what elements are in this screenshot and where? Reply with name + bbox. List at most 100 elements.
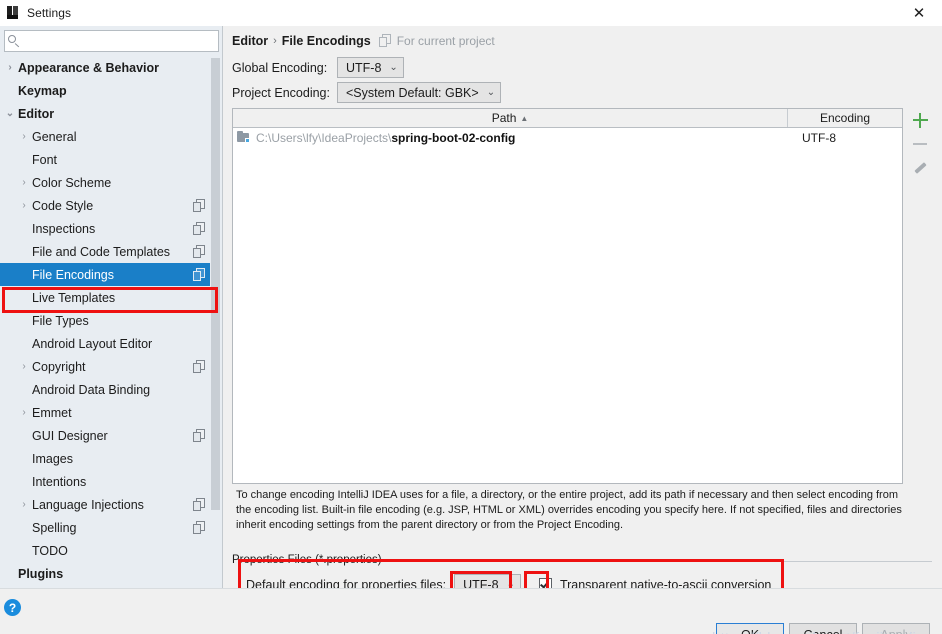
global-encoding-row: Global Encoding: UTF-8 ⌄ [232, 57, 404, 78]
project-encoding-value: <System Default: GBK> [346, 85, 479, 100]
sidebar-item-label: Appearance & Behavior [18, 60, 160, 75]
sidebar-item-label: Android Data Binding [32, 382, 151, 397]
chevron-right-icon[interactable]: › [16, 177, 32, 188]
sidebar-item-images[interactable]: Images [0, 447, 215, 470]
table-cell-encoding[interactable]: UTF-8 [788, 131, 902, 145]
sidebar-item-label: General [32, 129, 77, 144]
intellij-idea-icon [5, 5, 21, 21]
breadcrumb-parent[interactable]: Editor [232, 34, 268, 48]
sidebar-item-label: Color Scheme [32, 175, 112, 190]
chevron-right-icon[interactable]: › [16, 131, 32, 142]
chevron-down-icon[interactable]: ⌄ [2, 108, 18, 119]
sidebar-item-label: Live Templates [32, 290, 116, 305]
sidebar-item-label: Keymap [18, 83, 67, 98]
copy-settings-icon [193, 497, 207, 512]
sidebar-item-plugins[interactable]: Plugins [0, 562, 215, 585]
pencil-icon [913, 161, 927, 175]
path-prefix: C:\Users\lfy\IdeaProjects\ [256, 130, 392, 145]
sidebar-item-label: File Encodings [32, 267, 114, 282]
project-scope-icon [378, 34, 393, 48]
sidebar-item-label: Inspections [32, 221, 96, 236]
sidebar-item-intentions[interactable]: Intentions [0, 470, 215, 493]
remove-path-button[interactable] [907, 132, 933, 156]
copy-settings-icon [193, 221, 207, 236]
search-input[interactable] [22, 32, 218, 50]
sidebar-item-live-templates[interactable]: Live Templates [0, 286, 215, 309]
sidebar-item-appearance-behavior[interactable]: › Appearance & Behavior [0, 56, 215, 79]
table-row[interactable]: C:\Users\lfy\IdeaProjects\ spring-boot-02… [233, 128, 902, 147]
sidebar-item-file-encodings[interactable]: File Encodings [0, 263, 215, 286]
sidebar-item-language-injections[interactable]: › Language Injections [0, 493, 215, 516]
sidebar-item-label: Plugins [18, 566, 64, 581]
scope-note-label: For current project [396, 34, 495, 48]
folder-icon [237, 131, 252, 144]
breadcrumb-separator-icon: › [273, 35, 277, 47]
chevron-right-icon[interactable]: › [16, 407, 32, 418]
plus-icon [912, 112, 928, 128]
close-icon[interactable]: ✕ [896, 0, 942, 26]
chevron-right-icon[interactable]: › [16, 200, 32, 211]
watermark: https://blog.csdn.net/fanjianglin [712, 630, 925, 634]
chevron-right-icon[interactable]: › [2, 62, 18, 73]
sidebar-item-label: Android Layout Editor [32, 336, 153, 351]
sidebar-item-file-types[interactable]: File Types [0, 309, 215, 332]
sidebar-item-spelling[interactable]: Spelling [0, 516, 215, 539]
sidebar-item-general[interactable]: › General [0, 125, 215, 148]
sidebar-item-editor[interactable]: ⌄ Editor [0, 102, 215, 125]
sidebar-item-android-data-binding[interactable]: Android Data Binding [0, 378, 215, 401]
sidebar-search[interactable] [4, 30, 219, 52]
chevron-right-icon[interactable]: › [16, 499, 32, 510]
sidebar-item-todo[interactable]: TODO [0, 539, 215, 562]
file-encodings-panel: Editor › File Encodings For current proj… [224, 26, 942, 597]
breadcrumb-current: File Encodings [281, 34, 371, 48]
dialog-body: › Appearance & Behavior Keymap ⌄ Editor › Gene… [0, 26, 942, 634]
scope-note: For current project [378, 34, 495, 48]
sidebar-item-label: Images [32, 451, 73, 466]
global-encoding-dropdown[interactable]: UTF-8 ⌄ [337, 57, 404, 78]
sidebar-item-label: File and Code Templates [32, 244, 171, 259]
help-icon[interactable]: ? [4, 599, 21, 616]
sidebar-item-inspections[interactable]: Inspections [0, 217, 215, 240]
table-body: C:\Users\lfy\IdeaProjects\ spring-boot-02… [233, 128, 902, 147]
sidebar-item-label: Language Injections [32, 497, 144, 512]
window-title: Settings [27, 6, 72, 20]
sidebar-item-color-scheme[interactable]: › Color Scheme [0, 171, 215, 194]
sidebar-item-label: Emmet [32, 405, 72, 420]
sidebar-item-gui-designer[interactable]: GUI Designer [0, 424, 215, 447]
sidebar-item-label: Editor [18, 106, 55, 121]
copy-settings-icon [193, 244, 207, 259]
dialog-footer: ? OK Cancel Apply [0, 588, 942, 634]
column-header-encoding[interactable]: Encoding [788, 109, 902, 127]
chevron-right-icon[interactable]: › [16, 361, 32, 372]
sidebar-scrollbar-thumb[interactable] [211, 58, 220, 510]
breadcrumb: Editor › File Encodings For current proj… [232, 34, 495, 48]
edit-path-button[interactable] [907, 156, 933, 180]
sidebar-item-label: Code Style [32, 198, 94, 213]
sidebar-item-copyright[interactable]: › Copyright [0, 355, 215, 378]
add-path-button[interactable] [907, 108, 933, 132]
sidebar-item-label: Intentions [32, 474, 87, 489]
sidebar-item-android-layout-editor[interactable]: Android Layout Editor [0, 332, 215, 355]
project-encoding-dropdown[interactable]: <System Default: GBK> ⌄ [337, 82, 502, 103]
encodings-table: Path ▲ Encoding C:\Users\lfy\IdeaProject… [232, 108, 903, 484]
chevron-down-icon: ⌄ [389, 61, 398, 73]
sidebar-item-file-and-code-templates[interactable]: File and Code Templates [0, 240, 215, 263]
column-header-encoding-label: Encoding [819, 111, 871, 125]
copy-settings-icon [193, 359, 207, 374]
sidebar-item-label: Font [32, 152, 58, 167]
settings-dialog: Settings ✕ › Appearance & Behavior Keymap ⌄… [0, 0, 942, 634]
sidebar-item-keymap[interactable]: Keymap [0, 79, 215, 102]
column-header-path-label: Path [491, 111, 517, 125]
column-header-path[interactable]: Path ▲ [233, 109, 788, 127]
copy-settings-icon [193, 520, 207, 535]
settings-tree: › Appearance & Behavior Keymap ⌄ Editor › Gene… [0, 56, 215, 586]
minus-icon [913, 142, 927, 146]
copy-settings-icon [193, 267, 207, 282]
chevron-down-icon: ⌄ [486, 86, 496, 98]
sidebar-item-font[interactable]: Font [0, 148, 215, 171]
sidebar-item-emmet[interactable]: › Emmet [0, 401, 215, 424]
encodings-description: To change encoding IntelliJ IDEA uses fo… [236, 489, 902, 531]
sidebar-item-code-style[interactable]: › Code Style [0, 194, 215, 217]
global-encoding-value: UTF-8 [346, 60, 382, 75]
project-encoding-row: Project Encoding: <System Default: GBK> … [232, 82, 502, 103]
